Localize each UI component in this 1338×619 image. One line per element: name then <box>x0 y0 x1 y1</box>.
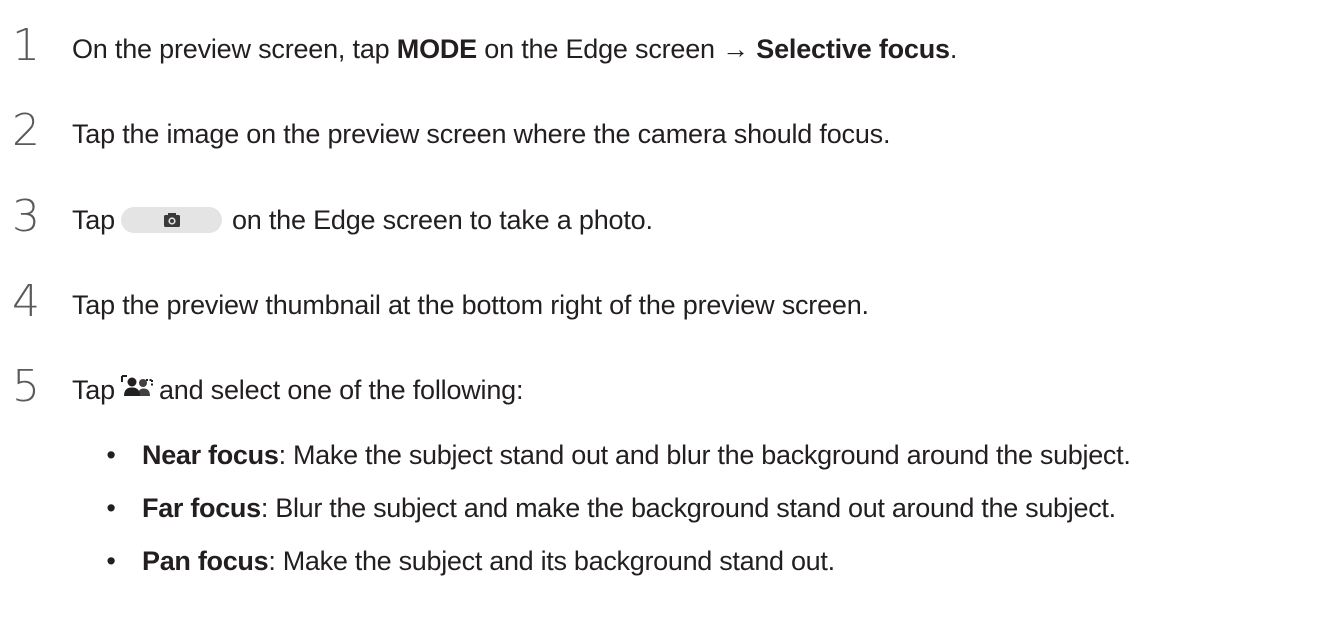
mode-label: MODE <box>396 34 477 64</box>
option-description: : Blur the subject and make the backgrou… <box>260 493 1116 523</box>
option-term: Far focus <box>142 493 261 523</box>
bullet: • <box>106 546 116 576</box>
step-text-part: Tap <box>72 375 115 405</box>
option-term: Pan focus <box>142 546 269 576</box>
option-text: Near focus: Make the subject stand out a… <box>142 438 1131 472</box>
step-text: Tap the image on the preview screen wher… <box>72 119 891 149</box>
step-text: On the preview screen, tap MODE on the E… <box>72 32 957 66</box>
step-number: 2 <box>12 105 40 156</box>
step-number: 3 <box>12 191 40 242</box>
step-number: 5 <box>12 361 40 412</box>
step-3: 3 Tap on the Edge screen to take a photo. <box>0 191 1338 247</box>
option-near-focus: • Near focus: Make the subject stand out… <box>104 438 1334 491</box>
step-text-part: on the Edge screen to take a photo. <box>231 205 653 235</box>
camera-icon <box>163 212 180 227</box>
step-text-part: and select one of the following: <box>158 375 524 405</box>
selective-focus-label: Selective focus <box>756 34 950 64</box>
step-4: 4 Tap the preview thumbnail at the botto… <box>0 276 1338 332</box>
selective-focus-people-icon <box>120 372 153 406</box>
option-term: Near focus <box>142 440 279 470</box>
step-text-part: on the Edge screen → <box>476 34 757 64</box>
step-number: 1 <box>12 20 40 71</box>
option-far-focus: • Far focus: Blur the subject and make t… <box>104 491 1334 544</box>
option-pan-focus: • Pan focus: Make the subject and its ba… <box>104 544 1334 597</box>
step-text-part: Tap <box>72 205 115 235</box>
step-2: 2 Tap the image on the preview screen wh… <box>0 105 1338 161</box>
step-text: Tap on the Edge screen to take a photo. <box>72 203 653 237</box>
step-5: 5 Tap and select one of the following: <box>0 361 1338 417</box>
option-text: Far focus: Blur the subject and make the… <box>142 491 1116 525</box>
step-1: 1 On the preview screen, tap MODE on the… <box>0 20 1338 76</box>
bullet: • <box>106 493 116 523</box>
bullet: • <box>106 440 116 470</box>
focus-options-list: • Near focus: Make the subject stand out… <box>104 438 1334 597</box>
step-text: Tap the preview thumbnail at the bottom … <box>72 290 869 320</box>
option-description: : Make the subject and its background st… <box>268 546 835 576</box>
camera-button <box>120 206 222 233</box>
step-text: Tap and select one of the following: <box>72 373 523 409</box>
step-text-part: On the preview screen, tap <box>72 34 397 64</box>
option-text: Pan focus: Make the subject and its back… <box>142 544 835 578</box>
step-number: 4 <box>12 276 40 327</box>
option-description: : Make the subject stand out and blur th… <box>278 440 1131 470</box>
step-text-part: . <box>949 34 958 64</box>
